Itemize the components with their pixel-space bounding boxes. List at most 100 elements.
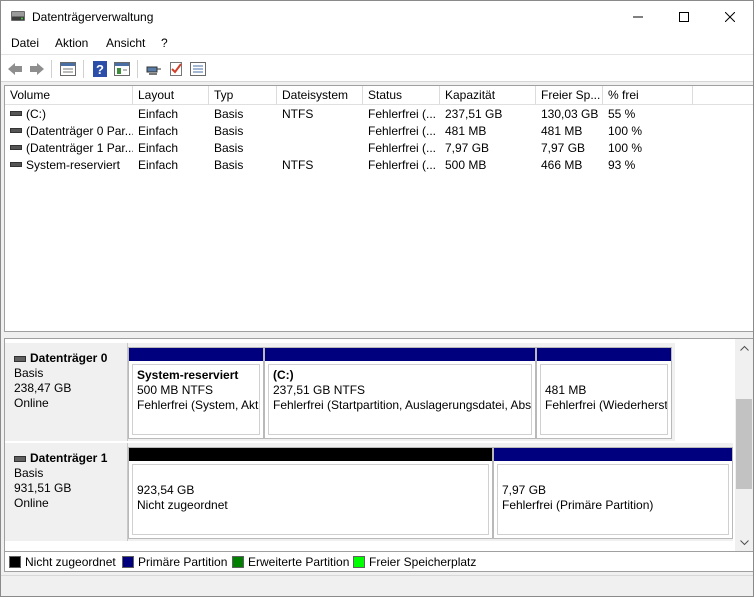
typ-cell: Basis [214, 124, 244, 138]
app-window: Datenträgerverwaltung Datei Aktion Ansic… [0, 0, 754, 597]
disk-name: Datenträger 0 [30, 351, 108, 365]
kapazitaet-cell: 500 MB [445, 158, 487, 172]
disk-title: Datenträger 0 [14, 351, 127, 366]
column-header-kapazitaet[interactable]: Kapazität [440, 86, 536, 105]
kapazitaet-cell: 481 MB [445, 124, 487, 138]
scroll-down-button[interactable] [735, 534, 753, 551]
layout-cell: Einfach [138, 124, 179, 138]
partition-name: (C:) [273, 368, 294, 382]
layout-cell: Einfach [138, 141, 179, 155]
connect-icon [146, 66, 161, 75]
svg-text:?: ? [96, 62, 104, 77]
back-button[interactable] [6, 60, 24, 78]
partition-recovery[interactable]: 481 MB Fehlerfrei (Wiederherstellungspar… [536, 347, 672, 439]
partition-unallocated[interactable]: 923,54 GB Nicht zugeordnet [128, 447, 493, 539]
legend-item: Erweiterte Partition [232, 555, 349, 569]
partition-size: 7,97 GB [502, 483, 547, 497]
chevron-down-icon [739, 539, 749, 545]
disk-state: Online [14, 396, 49, 410]
volume-list: Volume Layout Typ Dateisystem Status Kap… [4, 85, 753, 332]
close-button[interactable] [707, 1, 753, 32]
partition-color-bar [537, 348, 671, 361]
status-bar [1, 575, 753, 596]
freier-speicher-cell: 481 MB [541, 124, 583, 138]
disk-graph-view: Datenträger 0 Basis 238,47 GB Online Sys… [4, 338, 753, 552]
menu-datei[interactable]: Datei [11, 36, 39, 50]
menu-ansicht[interactable]: Ansicht [106, 36, 145, 50]
status-cell: Fehlerfrei (... [368, 107, 437, 121]
disk-info-1[interactable]: Datenträger 1 Basis 931,51 GB Online [5, 443, 128, 541]
menu-aktion[interactable]: Aktion [55, 36, 88, 50]
volume-name: (Datenträger 1 Par... [26, 141, 133, 155]
view-button[interactable] [113, 60, 131, 78]
view-icon [114, 62, 130, 76]
table-row[interactable]: (Datenträger 1 Par... Einfach Basis Fehl… [5, 140, 753, 157]
table-row[interactable]: (C:) Einfach Basis NTFS Fehlerfrei (... … [5, 106, 753, 123]
connect-button[interactable] [145, 60, 163, 78]
partition-size: 481 MB [545, 383, 587, 397]
column-header-status[interactable]: Status [363, 86, 440, 105]
column-header-layout[interactable]: Layout [133, 86, 209, 105]
table-row[interactable]: System-reserviert Einfach Basis NTFS Feh… [5, 157, 753, 174]
partition-size: 923,54 GB [137, 483, 195, 497]
column-header-typ[interactable]: Typ [209, 86, 277, 105]
volume-list-header: Volume Layout Typ Dateisystem Status Kap… [5, 86, 753, 105]
column-header-freier-speicher[interactable]: Freier Sp... [536, 86, 603, 105]
volume-cell: (Datenträger 0 Par... [5, 123, 133, 140]
disk-title: Datenträger 1 [14, 451, 127, 466]
dateisystem-cell: NTFS [282, 107, 314, 121]
graph-vertical-scrollbar[interactable] [735, 339, 753, 551]
volume-icon [10, 111, 22, 117]
partition-system-reserviert[interactable]: System-reserviert 500 MB NTFS Fehlerfrei… [128, 347, 264, 439]
scroll-thumb[interactable] [736, 399, 752, 489]
partition-body: System-reserviert 500 MB NTFS Fehlerfrei… [132, 364, 260, 435]
partition-color-bar [129, 448, 492, 461]
menu-bar: Datei Aktion Ansicht ? [1, 32, 753, 54]
disk-row-1: Datenträger 1 Basis 931,51 GB Online 923… [5, 443, 733, 541]
volume-cell: System-reserviert [5, 157, 133, 174]
scroll-up-button[interactable] [735, 339, 753, 356]
partition-c[interactable]: (C:) 237,51 GB NTFS Fehlerfrei (Startpar… [264, 347, 536, 439]
close-icon [725, 11, 735, 22]
minimize-icon [633, 16, 643, 17]
properties-button[interactable] [59, 60, 77, 78]
back-icon [8, 63, 22, 75]
status-cell: Fehlerfrei (... [368, 158, 437, 172]
disk-info-0[interactable]: Datenträger 0 Basis 238,47 GB Online [5, 343, 128, 441]
menu-help[interactable]: ? [161, 36, 168, 50]
disk-state: Online [14, 496, 49, 510]
column-header-prozent-frei[interactable]: % frei [603, 86, 693, 105]
toolbar-separator [51, 60, 52, 78]
status-cell: Fehlerfrei (... [368, 124, 437, 138]
chevron-up-icon [739, 345, 749, 351]
table-row[interactable]: (Datenträger 0 Par... Einfach Basis Fehl… [5, 123, 753, 140]
maximize-icon [679, 11, 689, 22]
partition-primary[interactable]: 7,97 GB Fehlerfrei (Primäre Partition) [493, 447, 733, 539]
partition-status: Nicht zugeordnet [137, 498, 228, 512]
disk-size: 238,47 GB [14, 381, 72, 395]
window-title: Datenträgerverwaltung [32, 10, 154, 24]
disk-name: Datenträger 1 [30, 451, 108, 465]
volume-cell: (C:) [5, 106, 133, 123]
forward-button[interactable] [28, 60, 46, 78]
legend-label: Erweiterte Partition [248, 555, 350, 569]
volume-icon [10, 128, 22, 134]
check-button[interactable] [167, 60, 185, 78]
help-icon: ? [93, 61, 107, 77]
maximize-button[interactable] [661, 1, 707, 32]
dateisystem-cell: NTFS [282, 158, 314, 172]
kapazitaet-cell: 7,97 GB [445, 141, 490, 155]
partition-color-bar [265, 348, 535, 361]
partition-status: Fehlerfrei (Wiederherstellungspartition) [545, 398, 668, 412]
list-button[interactable] [189, 60, 207, 78]
list-icon [190, 62, 206, 76]
toolbar-separator [83, 60, 84, 78]
volume-cell: (Datenträger 1 Par... [5, 140, 133, 157]
column-header-dateisystem[interactable]: Dateisystem [277, 86, 363, 105]
partition-body: (C:) 237,51 GB NTFS Fehlerfrei (Startpar… [268, 364, 532, 435]
minimize-button[interactable] [615, 1, 661, 32]
status-cell: Fehlerfrei (... [368, 141, 437, 155]
layout-cell: Einfach [138, 107, 179, 121]
column-header-volume[interactable]: Volume [5, 86, 133, 105]
help-button[interactable]: ? [91, 60, 109, 78]
